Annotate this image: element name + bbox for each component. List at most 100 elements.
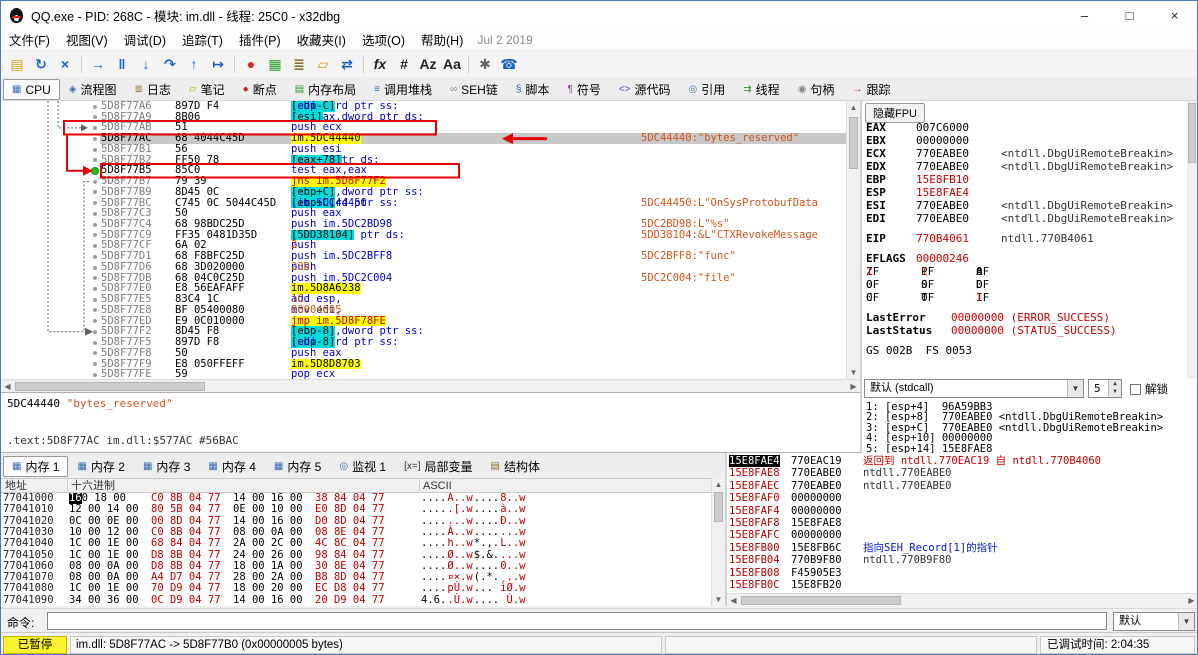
instruction-dot[interactable] [93,222,97,227]
tab-locals[interactable]: [x=] 局部变量 [395,456,481,477]
args-depth-spinner[interactable]: 5 ▲ ▼ [1088,379,1122,398]
gear-icon[interactable]: ✱ [474,53,496,75]
stack-row[interactable]: 15E8FAE4 770EAC19 返回到 ntdll.770EAC19 自 ntd… [727,455,1197,468]
instruction-dot[interactable] [93,265,97,270]
stack-row[interactable]: 15E8FAF0 00000000 [727,492,1197,504]
dump-vertical-scrollbar[interactable]: ▲ ▼ [711,478,725,606]
menu-item[interactable]: 插件(P) [231,28,289,51]
instruction-dot[interactable] [93,115,97,120]
instruction-dot[interactable] [93,351,97,356]
instruction-dot[interactable] [93,297,97,302]
spinner-arrows-icon[interactable]: ▲ ▼ [1108,380,1121,397]
register-row[interactable]: GS 002B FS 0053 [866,344,1184,357]
breakpoint-dot[interactable] [91,166,99,175]
instruction-dot[interactable] [93,233,97,238]
run-to-return-icon[interactable]: ↦ [207,53,229,75]
instruction-dot[interactable] [93,158,97,163]
pause-icon[interactable]: ‖ [111,53,133,75]
menu-item[interactable]: 文件(F) [1,28,58,51]
memory-dump-pane[interactable]: 77041000 16 00 18 00 C0 8B 04 77 14 00 16 0… [1,493,711,606]
register-row[interactable]: CF 0 TF 0 IF 1 [866,291,1184,304]
register-row[interactable]: ZF 1 PF 1 AF 0 [866,265,1184,278]
tab-memory-4[interactable]: ▦ 内存 4 [199,456,264,477]
instruction-dot[interactable] [93,244,97,249]
stack-horizontal-scrollbar[interactable]: ◀ ▶ [727,593,1197,606]
stack-row[interactable]: 15E8FAFC 00000000 [727,529,1197,541]
tab-graph[interactable]: ◈ 流程图 [60,79,126,100]
instruction-dot[interactable] [93,201,97,206]
register-row[interactable]: LastError 00000000 (ERROR_SUCCESS) [866,311,1184,324]
menu-item[interactable]: 调试(D) [116,28,174,51]
stack-row[interactable]: 15E8FB08 F45905E3 [727,567,1197,579]
instruction-dot[interactable] [93,362,97,367]
dump-row[interactable]: 77041090 34 00 36 00 0C D9 04 77 14 00 16 0… [1,594,711,606]
stack-row[interactable]: 15E8FAE8 770EABE0 ntdll.770EABE0 [727,467,1197,479]
register-row[interactable]: ESI 770EABE0 <ntdll.DbgUiRemoteBreakin> [866,199,1184,212]
run-icon[interactable]: → [87,53,109,75]
register-row[interactable]: ECX 770EABE0 <ntdll.DbgUiRemoteBreakin> [866,147,1184,160]
stack-row[interactable]: 15E8FB0C 15E8FB20 [727,579,1197,591]
stack-row[interactable]: 15E8FAF4 00000000 [727,505,1197,517]
instruction-dot[interactable] [93,190,97,195]
disasm-vertical-scrollbar[interactable]: ▲ ▼ [846,101,860,379]
instruction-dot[interactable] [93,147,97,152]
tab-handles[interactable]: ◉ 句柄 [789,79,844,100]
instruction-dot[interactable] [93,254,97,259]
hide-fpu-button[interactable]: 隐藏FPU [865,103,925,123]
close-button[interactable]: × [1152,1,1197,29]
disasm-row[interactable]: 5D8F77FE 59 pop ecx [1,369,846,379]
tab-memory-3[interactable]: ▦ 内存 3 [134,456,199,477]
disasm-horizontal-scrollbar[interactable]: ◀ ▶ [1,379,860,392]
tab-symbols[interactable]: ¶ 符号 [558,79,609,100]
log-icon[interactable]: ≣ [288,53,310,75]
instruction-dot[interactable] [93,372,97,377]
tab-threads[interactable]: ⇉ 线程 [734,79,788,100]
stack-row[interactable]: 15E8FB04 770B9F80 ntdll.770B9F80 [727,554,1197,566]
menu-item[interactable]: 追踪(T) [174,28,231,51]
instruction-dot[interactable] [93,319,97,324]
command-input[interactable] [47,612,1107,630]
instruction-dot[interactable] [93,136,97,141]
register-row[interactable]: EDI 770EABE0 <ntdll.DbgUiRemoteBreakin> [866,212,1184,225]
registers-scrollbar[interactable] [1187,101,1197,379]
stack-row[interactable]: 15E8FAF8 15E8FAE8 [727,517,1197,529]
menu-item[interactable]: 视图(V) [58,28,116,51]
register-row[interactable]: EIP 770B4061 ntdll.770B4061 [866,232,1184,245]
register-row[interactable]: OF 0 SF 0 DF 0 [866,278,1184,291]
hash-icon[interactable]: # [393,53,415,75]
case-icon[interactable]: Aa [441,53,463,75]
calling-convention-select[interactable]: 默认 (stdcall) ▼ [864,379,1084,398]
tab-cpu[interactable]: ▦ CPU [3,79,60,100]
step-into-icon[interactable]: ↓ [135,53,157,75]
registers-pane[interactable]: 隐藏FPU EAX 007C6000 EBX 00000000 ECX 770EABE0 <… [862,101,1197,453]
tab-references[interactable]: ◎ 引用 [680,79,735,100]
minimize-button[interactable]: – [1062,1,1107,29]
menu-item[interactable]: 选项(O) [354,28,413,51]
notes-icon[interactable]: ▱ [312,53,334,75]
stack-row[interactable]: 15E8FB00 15E8FB6C 指向SEH_Record[1]的指针 [727,542,1197,554]
tab-memory-1[interactable]: ▦ 内存 1 [3,456,69,477]
close-icon[interactable]: × [54,53,76,75]
maximize-button[interactable]: □ [1107,1,1152,29]
tab-call-stack[interactable]: ≡ 调用堆栈 [365,79,441,100]
register-row[interactable]: EBP 15E8FB10 [866,173,1184,186]
menu-item[interactable]: 收藏夹(I) [289,28,354,51]
disasm-row[interactable]: 5D8F77F8 50 push eax [1,348,846,359]
restart-icon[interactable]: ↻ [30,53,52,75]
instruction-dot[interactable] [93,126,97,131]
tab-seh-chain[interactable]: ∞ SEH链 [441,79,507,100]
memory-map-icon[interactable]: ▦ [264,53,286,75]
register-row[interactable]: EDX 770EABE0 <ntdll.DbgUiRemoteBreakin> [866,160,1184,173]
instruction-dot[interactable] [93,329,97,334]
step-over-icon[interactable]: ↷ [159,53,181,75]
breakpoints-icon[interactable]: ● [240,53,262,75]
dump-row[interactable]: 77041080 1C 00 1E 00 70 D9 04 77 18 00 20 0… [1,583,711,595]
tab-trace[interactable]: → 跟踪 [843,79,899,100]
tab-memory-2[interactable]: ▦ 内存 2 [68,456,133,477]
instruction-dot[interactable] [93,340,97,345]
tab-log[interactable]: ≣ 日志 [126,79,180,100]
register-row[interactable]: LastStatus 00000000 (STATUS_SUCCESS) [866,324,1184,337]
tab-struct[interactable]: ▤ 结构体 [482,456,549,477]
step-out-icon[interactable]: ↑ [183,53,205,75]
tab-notes[interactable]: ▱ 笔记 [180,79,234,100]
